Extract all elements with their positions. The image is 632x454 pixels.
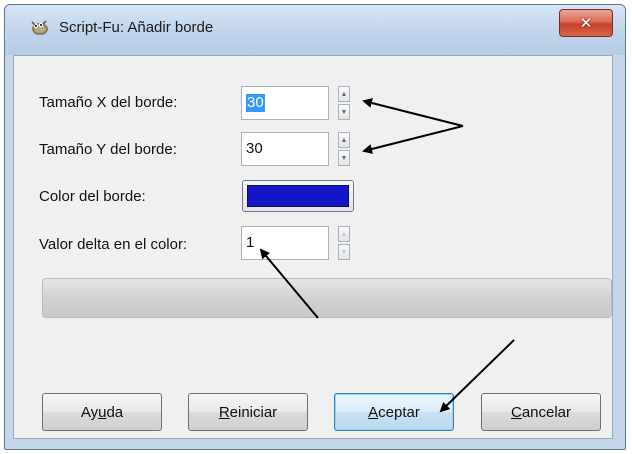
border-color-swatch	[247, 185, 349, 207]
window-title: Script-Fu: Añadir borde	[59, 19, 214, 36]
progress-bar	[42, 278, 612, 318]
delta-value: 1	[246, 234, 255, 251]
size-x-decrement-button[interactable]: ▼	[338, 104, 350, 120]
size-y-field[interactable]: 30	[241, 132, 329, 166]
reset-button-label: Reiniciar	[218, 403, 278, 421]
help-button[interactable]: Ayuda	[42, 393, 162, 431]
cancel-button-label: Cancelar	[510, 403, 572, 421]
color-label: Color del borde:	[39, 188, 146, 205]
spin-up-icon: ▲	[340, 136, 348, 144]
close-icon: ✕	[579, 14, 593, 32]
spin-down-icon: ▼	[340, 154, 348, 162]
size-x-field[interactable]: 30	[241, 86, 329, 120]
spin-down-icon: ▼	[340, 108, 348, 116]
spin-down-icon: ▼	[340, 248, 348, 256]
title-bar[interactable]: Script-Fu: Añadir borde ✕	[5, 5, 625, 55]
dialog-content: Tamaño X del borde: 30 ▲ ▼ Tamaño Y del …	[13, 55, 613, 439]
size-y-spinner[interactable]: ▲ ▼	[338, 132, 350, 166]
delta-label: Valor delta en el color:	[39, 236, 188, 253]
delta-increment-button[interactable]: ▲	[338, 226, 350, 242]
size-x-spinner[interactable]: ▲ ▼	[338, 86, 350, 120]
delta-field[interactable]: 1	[241, 226, 329, 260]
reset-button[interactable]: Reiniciar	[188, 393, 308, 431]
spin-up-icon: ▲	[340, 230, 348, 238]
delta-decrement-button[interactable]: ▼	[338, 244, 350, 260]
gimp-wilber-icon	[31, 20, 48, 35]
dialog-window: Script-Fu: Añadir borde ✕ Tamaño X del b…	[4, 4, 626, 450]
cancel-button[interactable]: Cancelar	[481, 393, 601, 431]
size-y-increment-button[interactable]: ▲	[338, 132, 350, 148]
size-x-increment-button[interactable]: ▲	[338, 86, 350, 102]
size-y-value: 30	[246, 140, 263, 157]
size-x-value: 30	[246, 94, 265, 112]
size-x-label: Tamaño X del borde:	[39, 94, 178, 111]
ok-button-label: Aceptar	[368, 403, 420, 421]
spin-up-icon: ▲	[340, 90, 348, 98]
size-y-decrement-button[interactable]: ▼	[338, 150, 350, 166]
ok-button[interactable]: Aceptar	[334, 393, 454, 431]
help-button-label: Ayuda	[80, 403, 124, 421]
border-color-button[interactable]	[242, 180, 354, 212]
size-y-label: Tamaño Y del borde:	[39, 141, 177, 158]
close-button[interactable]: ✕	[559, 9, 613, 37]
delta-spinner[interactable]: ▲ ▼	[338, 226, 350, 260]
